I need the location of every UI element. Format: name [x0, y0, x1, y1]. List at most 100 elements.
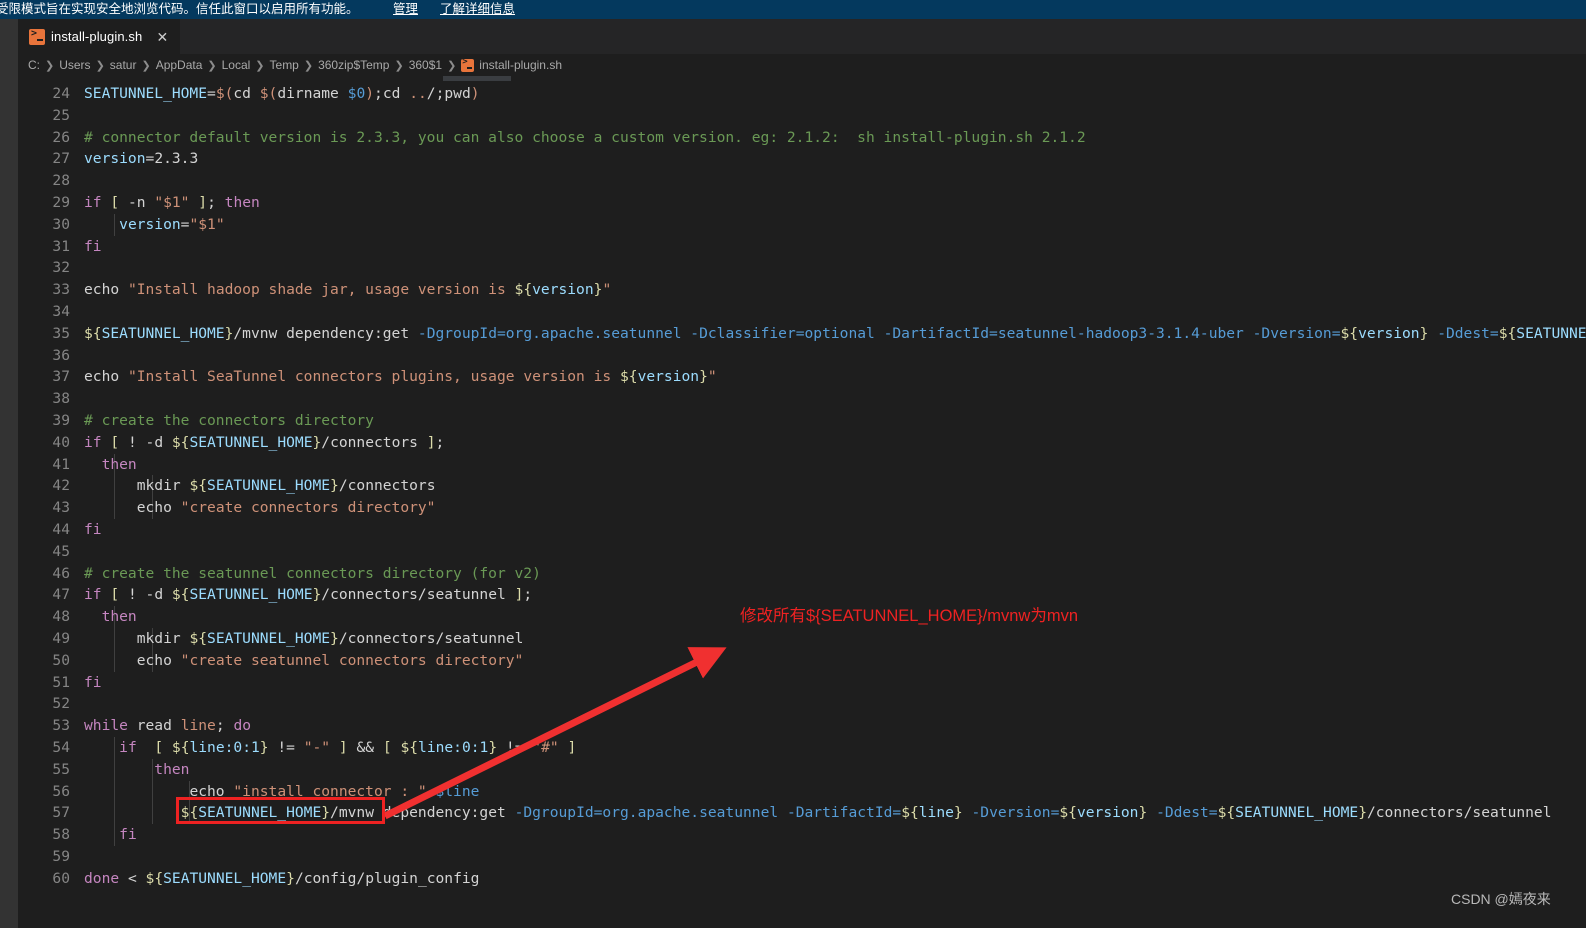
line-content: fi — [84, 520, 102, 538]
code-line[interactable]: 59 — [18, 846, 1586, 868]
line-content: SEATUNNEL_HOME=$(cd $(dirname $0);cd ../… — [84, 85, 480, 102]
line-content: then — [101, 455, 137, 473]
partial-scrolled-line — [18, 76, 1586, 83]
code-line[interactable]: 40 if [ ! -d ${SEATUNNEL_HOME}/connectors… — [18, 432, 1586, 454]
line-number: 47 — [52, 586, 70, 604]
breadcrumb-separator: ❯ — [447, 59, 457, 72]
line-content: done < ${SEATUNNEL_HOME}/config/plugin_c… — [84, 869, 480, 887]
line-content: version="$1" — [119, 215, 225, 233]
line-content: mkdir ${SEATUNNEL_HOME}/connectors — [136, 477, 436, 495]
code-line[interactable]: 52 — [18, 693, 1586, 715]
breadcrumb-item-6[interactable]: 360zip$Temp — [318, 58, 389, 72]
code-line[interactable]: 42 mkdir ${SEATUNNEL_HOME}/connectors — [18, 475, 1586, 498]
code-line[interactable]: 36 — [18, 345, 1586, 367]
line-number: 32 — [52, 259, 70, 277]
line-number: 30 — [52, 215, 70, 233]
line-content: fi — [119, 826, 137, 844]
code-line[interactable]: 41 then — [18, 453, 1586, 476]
code-line[interactable]: 25 — [18, 105, 1586, 127]
line-number: 31 — [52, 237, 70, 255]
tab-install-plugin-sh[interactable]: install-plugin.sh ✕ — [18, 19, 182, 54]
line-content: mkdir ${SEATUNNEL_HOME}/connectors/seatu… — [136, 629, 524, 647]
code-line[interactable]: 34 — [18, 301, 1586, 323]
code-line[interactable]: 31 fi — [18, 236, 1586, 258]
line-number: 26 — [52, 128, 70, 146]
line-number: 44 — [52, 520, 70, 538]
banner-learn-more-link[interactable]: 了解详细信息 — [440, 0, 515, 19]
partial-comment-text — [188, 76, 197, 82]
code-line[interactable]: 49 mkdir ${SEATUNNEL_HOME}/connectors/se… — [18, 627, 1586, 650]
line-number: 46 — [52, 564, 70, 582]
breadcrumb-separator: ❯ — [207, 59, 217, 72]
line-content: echo "Install hadoop shade jar, usage ve… — [84, 281, 612, 299]
line-content: if [ ! -d ${SEATUNNEL_HOME}/connectors ]… — [84, 433, 445, 451]
breadcrumb-item-1[interactable]: Users — [59, 58, 90, 72]
line-number: 48 — [52, 608, 70, 626]
line-content: fi — [84, 673, 102, 691]
code-line[interactable]: 24 SEATUNNEL_HOME=$(cd $(dirname $0);cd .… — [18, 83, 1586, 105]
code-line[interactable]: 32 — [18, 257, 1586, 279]
line-content: ${SEATUNNEL_HOME}/mvnw dependency:get -D… — [180, 804, 1552, 822]
code-line[interactable]: 51 fi — [18, 672, 1586, 694]
code-line[interactable]: 26 # connector default version is 2.3.3, … — [18, 127, 1586, 149]
breadcrumb-item-5[interactable]: Temp — [270, 58, 299, 72]
shell-script-icon — [461, 57, 475, 72]
line-content: then — [154, 760, 190, 778]
code-line[interactable]: 27 version=2.3.3 — [18, 148, 1586, 170]
code-line[interactable]: 38 — [18, 388, 1586, 410]
breadcrumb-item-0[interactable]: C: — [28, 58, 40, 72]
line-number: 40 — [52, 433, 70, 451]
code-line[interactable]: 45 — [18, 541, 1586, 563]
breadcrumb-item-7[interactable]: 360$1 — [409, 58, 442, 72]
code-line[interactable]: 43 echo "create connectors directory" — [18, 497, 1586, 519]
breadcrumb-separator: ❯ — [255, 59, 265, 72]
line-number: 38 — [52, 390, 70, 408]
line-content: if [ -n "$1" ]; then — [84, 193, 260, 211]
code-line[interactable]: 50 echo "create seatunnel connectors dir… — [18, 649, 1586, 672]
code-line[interactable]: 39 # create the connectors directory — [18, 410, 1586, 432]
code-editor[interactable]: 24 SEATUNNEL_HOME=$(cd $(dirname $0);cd .… — [18, 76, 1586, 928]
code-line[interactable]: 48 then — [18, 606, 1586, 628]
code-line[interactable]: 46 # create the seatunnel connectors dire… — [18, 563, 1586, 585]
line-number: 57 — [52, 804, 70, 822]
vscode-window: 受限模式旨在实现安全地浏览代码。信任此窗口以启用所有功能。 管理 了解详细信息 … — [0, 0, 1586, 928]
line-number: 41 — [52, 455, 70, 473]
line-number: 36 — [52, 346, 70, 364]
code-line[interactable]: 54 if [ ${line:0:1} != "-" ] && [ ${line… — [18, 736, 1586, 759]
code-line[interactable]: 60 done < ${SEATUNNEL_HOME}/config/plugin… — [18, 868, 1586, 890]
code-line[interactable]: 53 while read line; do — [18, 715, 1586, 737]
line-content: echo "create connectors directory" — [136, 499, 436, 517]
breadcrumb-item-2[interactable]: satur — [110, 58, 137, 72]
code-line[interactable]: 29 if [ -n "$1" ]; then — [18, 192, 1586, 214]
breadcrumb-item-3[interactable]: AppData — [156, 58, 203, 72]
code-lines[interactable]: 24 SEATUNNEL_HOME=$(cd $(dirname $0);cd .… — [18, 83, 1586, 928]
code-line[interactable]: 44 fi — [18, 519, 1586, 541]
close-icon[interactable]: ✕ — [154, 29, 170, 45]
line-number: 39 — [52, 411, 70, 429]
code-line[interactable]: 47 if [ ! -d ${SEATUNNEL_HOME}/connectors… — [18, 584, 1586, 606]
code-line[interactable]: 58 fi — [18, 824, 1586, 846]
code-line[interactable]: 56 echo "install connector : " $line — [18, 780, 1586, 803]
line-number: 51 — [52, 673, 70, 691]
line-content: while read line; do — [84, 717, 252, 735]
code-line[interactable]: 33 echo "Install hadoop shade jar, usage … — [18, 279, 1586, 301]
breadcrumb-item-4[interactable]: Local — [222, 58, 251, 72]
banner-manage-link[interactable]: 管理 — [393, 0, 418, 19]
line-number: 56 — [52, 782, 70, 800]
code-line[interactable]: 57 ${SEATUNNEL_HOME}/mvnw dependency:get… — [18, 802, 1586, 825]
line-number: 37 — [52, 368, 70, 386]
code-line[interactable]: 35 ${SEATUNNEL_HOME}/mvnw dependency:get … — [18, 323, 1586, 345]
line-number: 34 — [52, 302, 70, 320]
line-content: # create the connectors directory — [84, 411, 374, 429]
line-number: 33 — [52, 281, 70, 299]
breadcrumb: C: ❯ Users ❯ satur ❯ AppData ❯ Local ❯ Temp ❯ 360zip… — [18, 54, 1586, 76]
code-line[interactable]: 30 version="$1" — [18, 213, 1586, 236]
line-content: echo "Install SeaTunnel connectors plugi… — [84, 368, 717, 386]
code-line[interactable]: 55 then — [18, 758, 1586, 781]
code-line[interactable]: 37 echo "Install SeaTunnel connectors plu… — [18, 366, 1586, 388]
breadcrumb-file[interactable]: install-plugin.sh — [479, 58, 562, 72]
code-line[interactable]: 28 — [18, 170, 1586, 192]
line-content: # create the seatunnel connectors direct… — [84, 564, 541, 582]
activity-bar[interactable] — [0, 19, 18, 928]
line-number: 49 — [52, 629, 70, 647]
